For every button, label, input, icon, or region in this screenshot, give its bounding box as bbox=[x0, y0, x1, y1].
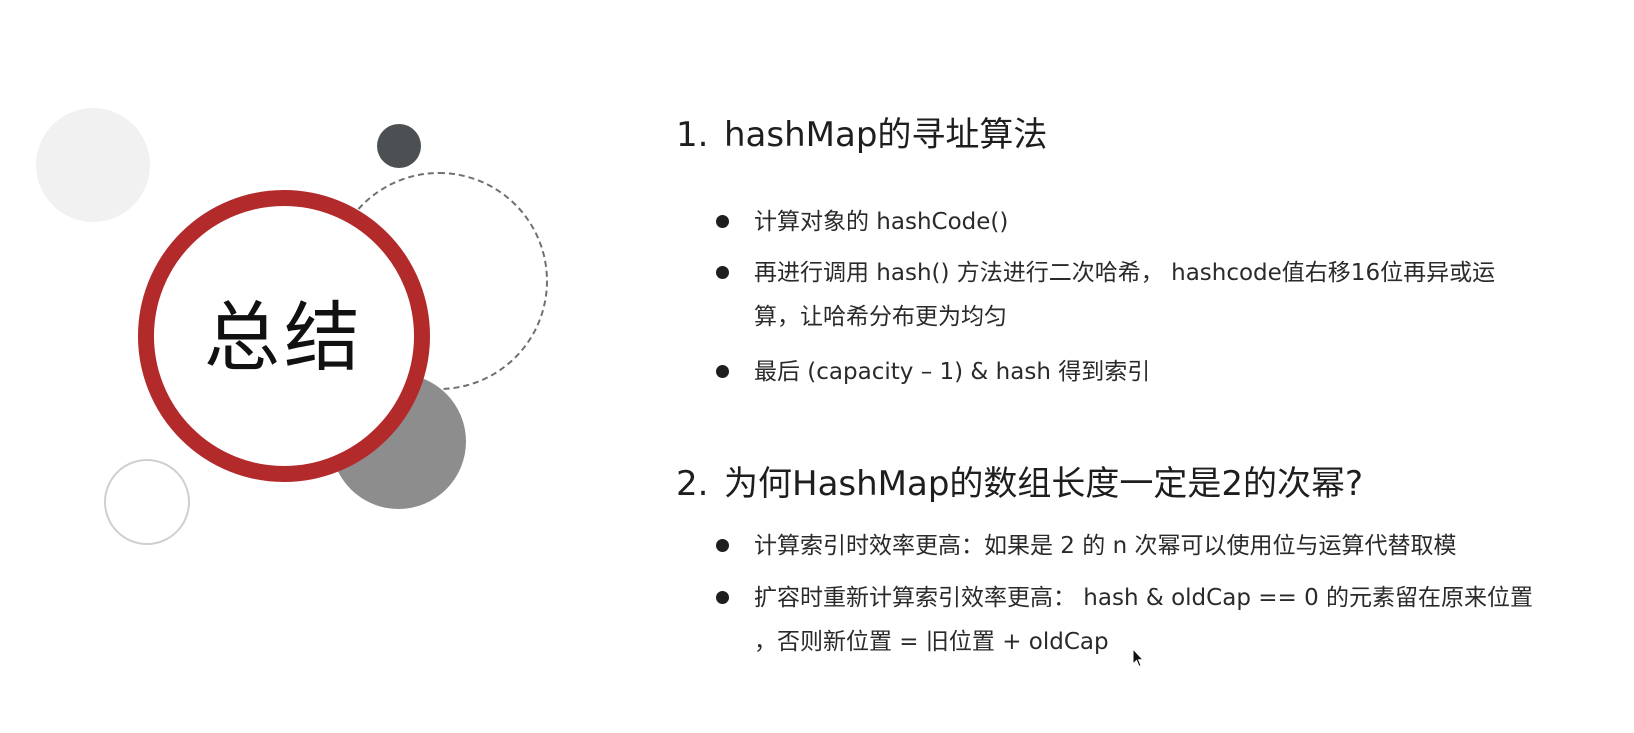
section-number: 2. bbox=[676, 464, 709, 504]
list-item-text: 计算索引时效率更高：如果是 2 的 n 次幂可以使用位与运算代替取模 bbox=[754, 533, 1457, 559]
bullet-dot-icon bbox=[716, 215, 729, 228]
section-number: 1. bbox=[676, 115, 709, 155]
section-title: 为何HashMap的数组长度一定是2的次幂? bbox=[724, 464, 1364, 504]
bullet-dot-icon bbox=[716, 539, 729, 552]
slide: 总结 1. hashMap的寻址算法 计算对象的 hashCode() 再进行调用… bbox=[0, 0, 1634, 733]
list-item-text: 最后 (capacity – 1) & hash 得到索引 bbox=[754, 359, 1151, 385]
list-item: 最后 (capacity – 1) & hash 得到索引 bbox=[716, 350, 1536, 394]
bullet-dot-icon bbox=[716, 365, 729, 378]
mouse-pointer-icon bbox=[1132, 648, 1144, 668]
list-item: 计算索引时效率更高：如果是 2 的 n 次幂可以使用位与运算代替取模 bbox=[716, 524, 1536, 568]
bullet-dot-icon bbox=[716, 266, 729, 279]
decorative-outline-circle bbox=[104, 459, 190, 545]
summary-ring: 总结 bbox=[138, 190, 430, 482]
section-heading-addressing: 1. hashMap的寻址算法 bbox=[676, 118, 1047, 152]
section-heading-power-of-two: 2. 为何HashMap的数组长度一定是2的次幂? bbox=[676, 467, 1363, 501]
list-item-text: 计算对象的 hashCode() bbox=[754, 209, 1009, 235]
section-title: hashMap的寻址算法 bbox=[724, 115, 1048, 155]
list-item: 再进行调用 hash() 方法进行二次哈希， hashcode值右移16位再异或… bbox=[716, 251, 1536, 339]
decorative-light-gray-circle bbox=[36, 108, 150, 222]
list-item: 扩容时重新计算索引效率更高： hash & oldCap == 0 的元素留在原… bbox=[716, 576, 1536, 664]
summary-title: 总结 bbox=[204, 293, 364, 382]
decorative-dark-circle bbox=[377, 124, 421, 168]
list-item-text: 再进行调用 hash() 方法进行二次哈希， hashcode值右移16位再异或… bbox=[754, 260, 1496, 330]
list-item: 计算对象的 hashCode() bbox=[716, 200, 1536, 244]
list-item-text: 扩容时重新计算索引效率更高： hash & oldCap == 0 的元素留在原… bbox=[754, 585, 1534, 655]
bullet-dot-icon bbox=[716, 591, 729, 604]
